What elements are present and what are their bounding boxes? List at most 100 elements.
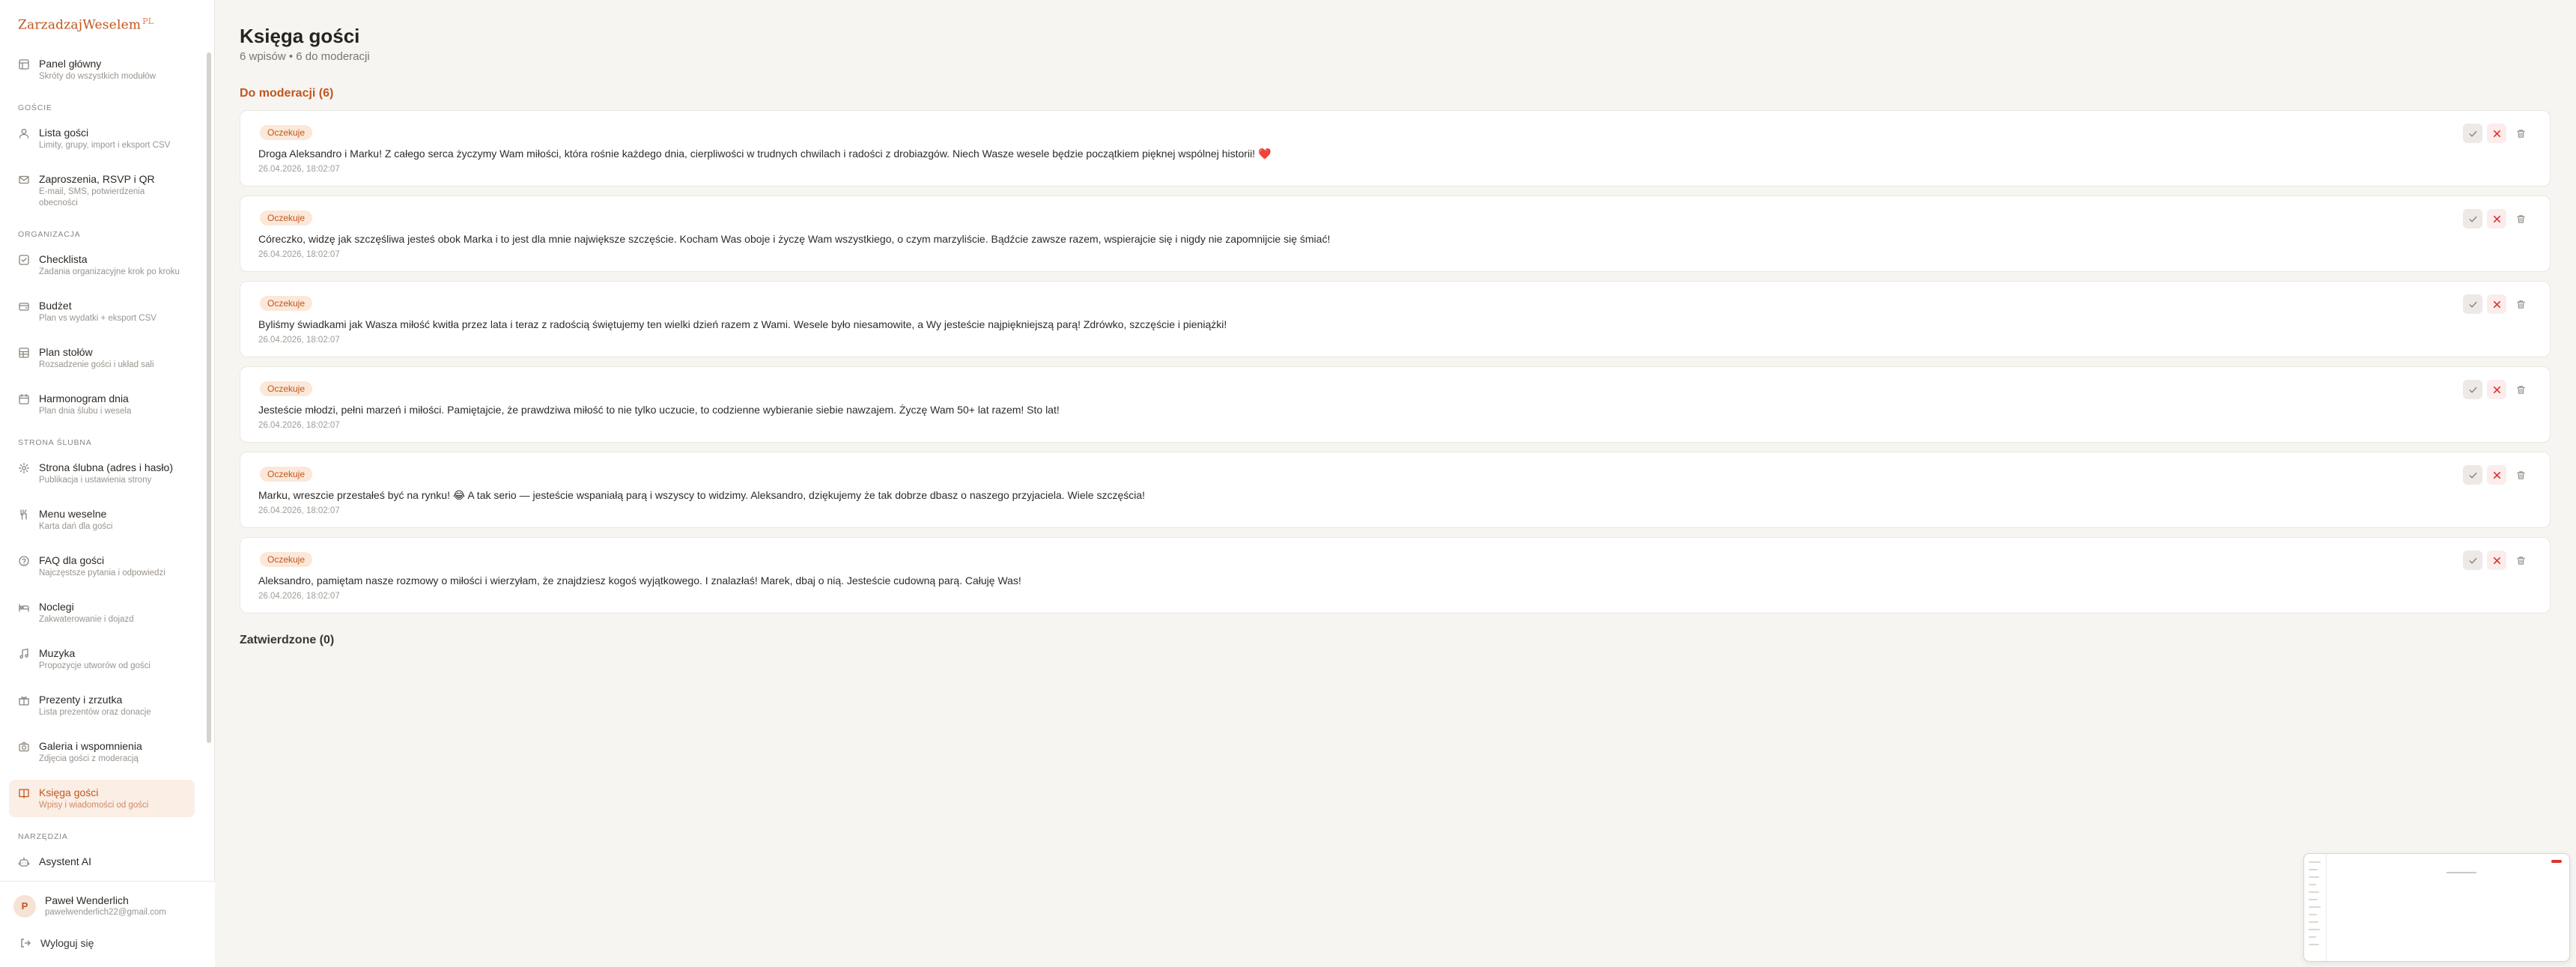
approve-button[interactable] [2463,294,2482,314]
check-icon [2468,470,2478,480]
brand-logo[interactable]: ZarzadzajWeselem PL [18,16,154,33]
sidebar-item-gift[interactable]: Prezenty i zrzutka Lista prezentów oraz d… [9,687,195,724]
checkbox-icon [18,254,30,266]
delete-button[interactable] [2511,124,2530,143]
minimap-line [2309,861,2321,863]
approve-button[interactable] [2463,209,2482,228]
approve-button[interactable] [2463,380,2482,399]
reject-button[interactable] [2487,294,2506,314]
sidebar-item-book[interactable]: Księga gości Wpisy i wiadomości od gości [9,780,195,817]
minimap-line [2309,884,2316,885]
delete-button[interactable] [2511,551,2530,570]
calendar-icon [18,393,30,405]
trash-icon [2516,300,2526,309]
sidebar-item-title: Asystent AI [39,855,92,867]
user-icon [18,127,30,139]
sidebar-item-calendar[interactable]: Harmonogram dnia Plan dnia ślubu i wesela [9,386,195,423]
approve-button[interactable] [2463,124,2482,143]
reject-button[interactable] [2487,124,2506,143]
sidebar-item-table[interactable]: Plan stołów Rozsadzenie gości i układ sal… [9,339,195,377]
sidebar-section-label: GOŚCIE [18,103,52,112]
delete-button[interactable] [2511,209,2530,228]
sidebar-item-text: FAQ dla gości Najczęstsze pytania i odpow… [39,554,165,579]
sidebar-scrollbar[interactable] [207,52,211,743]
delete-button[interactable] [2511,465,2530,485]
entry-actions [2458,124,2530,143]
sidebar-item-text: Checklista Zadania organizacyjne krok po … [39,252,180,278]
page-subtitle: 6 wpisów • 6 do moderacji [240,50,370,63]
sidebar-item-user[interactable]: Lista gości Limity, grupy, import i ekspo… [9,120,195,157]
check-icon [2468,300,2478,309]
sidebar-item-gear[interactable]: Strona ślubna (adres i hasło) Publikacja … [9,455,195,492]
sidebar-item-subtitle: Plan vs wydatki + eksport CSV [39,314,157,323]
minimap-line [2309,891,2319,893]
entry-message: Marku, wreszcie przestałeś być na rynku!… [258,489,1146,501]
sidebar-item-text: Budżet Plan vs wydatki + eksport CSV [39,299,157,324]
guestbook-entry: Oczekuje Córeczko, widzę jak szczęśliwa j… [240,195,2551,272]
delete-button[interactable] [2511,294,2530,314]
entry-timestamp: 26.04.2026, 18:02:07 [258,421,340,430]
sidebar-item-subtitle: Zdjęcia gości z moderacją [39,754,139,763]
sidebar-item-subtitle: Zakwaterowanie i dojazd [39,615,134,624]
reject-button[interactable] [2487,380,2506,399]
entry-timestamp: 26.04.2026, 18:02:07 [258,165,340,174]
reject-button[interactable] [2487,551,2506,570]
sidebar-item-subtitle: Wpisy i wiadomości od gości [39,801,149,810]
sidebar-item-text: Asystent AI [39,855,91,868]
logout-label: Wyloguj się [40,937,94,949]
sidebar: ZarzadzajWeselem PL Panel główny Skróty do… [0,0,215,967]
sidebar-item-bed[interactable]: Noclegi Zakwaterowanie i dojazd [9,594,195,631]
sidebar-item-text: Harmonogram dnia Plan dnia ślubu i wesela [39,392,131,417]
sidebar-item-title: Menu weselne [39,508,107,520]
reject-button[interactable] [2487,209,2506,228]
sidebar-item-subtitle: Najczęstsze pytania i odpowiedzi [39,569,165,578]
guestbook-entry: Oczekuje Jesteście młodzi, pełni marzeń i… [240,366,2551,443]
logout-button[interactable]: Wyloguj się [19,937,94,949]
minimap-line [2309,876,2319,878]
sidebar-item-text: Muzyka Propozycje utworów od gości [39,646,151,672]
sidebar-item-subtitle: Karta dań dla gości [39,522,113,531]
gift-icon [18,694,30,706]
sidebar-item-music[interactable]: Muzyka Propozycje utworów od gości [9,640,195,678]
sidebar-item-wallet[interactable]: Budżet Plan vs wydatki + eksport CSV [9,293,195,330]
pending-entries-list: Oczekuje Droga Aleksandro i Marku! Z całe… [240,110,2551,622]
user-profile[interactable]: P Paweł Wenderlich pawelwenderlich22@gma… [13,894,166,918]
sidebar-item-title: Harmonogram dnia [39,392,129,404]
trash-icon [2516,214,2526,224]
approve-button[interactable] [2463,551,2482,570]
mail-icon [18,174,30,186]
status-badge: Oczekuje [260,125,313,140]
entry-message: Aleksandro, pamiętam nasze rozmowy o mił… [258,575,1021,586]
table-icon [18,347,30,359]
entry-timestamp: 26.04.2026, 18:02:07 [258,250,340,259]
close-icon [2492,214,2502,224]
sidebar-item-dashboard[interactable]: Panel główny Skróty do wszystkich modułów [9,51,195,88]
sidebar-item-help[interactable]: FAQ dla gości Najczęstsze pytania i odpow… [9,548,195,585]
sidebar-item-mail[interactable]: Zaproszenia, RSVP i QR E-mail, SMS, potwi… [9,166,195,215]
page-minimap[interactable] [2303,853,2570,962]
sidebar-item-text: Księga gości Wpisy i wiadomości od gości [39,786,148,811]
reject-button[interactable] [2487,465,2506,485]
sidebar-item-utensils[interactable]: Menu weselne Karta dań dla gości [9,501,195,539]
sidebar-item-checkbox[interactable]: Checklista Zadania organizacyjne krok po … [9,246,195,284]
entry-actions [2458,294,2530,314]
sidebar-item-title: Plan stołów [39,346,93,358]
status-badge: Oczekuje [260,210,313,225]
status-badge: Oczekuje [260,552,313,567]
delete-button[interactable] [2511,380,2530,399]
minimap-line [2309,869,2318,870]
sidebar-item-camera[interactable]: Galeria i wspomnienia Zdjęcia gości z mod… [9,733,195,771]
music-icon [18,648,30,660]
sidebar-item-bot[interactable]: Asystent AI [9,849,195,871]
minimap-line [2309,936,2316,938]
trash-icon [2516,556,2526,566]
help-icon [18,555,30,567]
entry-actions [2458,209,2530,228]
minimap-content [2446,872,2476,873]
minimap-line [2309,929,2320,930]
user-email: pawelwenderlich22@gmail.com [45,908,166,917]
close-icon [2492,129,2502,139]
close-icon [2492,300,2502,309]
approve-button[interactable] [2463,465,2482,485]
status-badge: Oczekuje [260,381,313,396]
